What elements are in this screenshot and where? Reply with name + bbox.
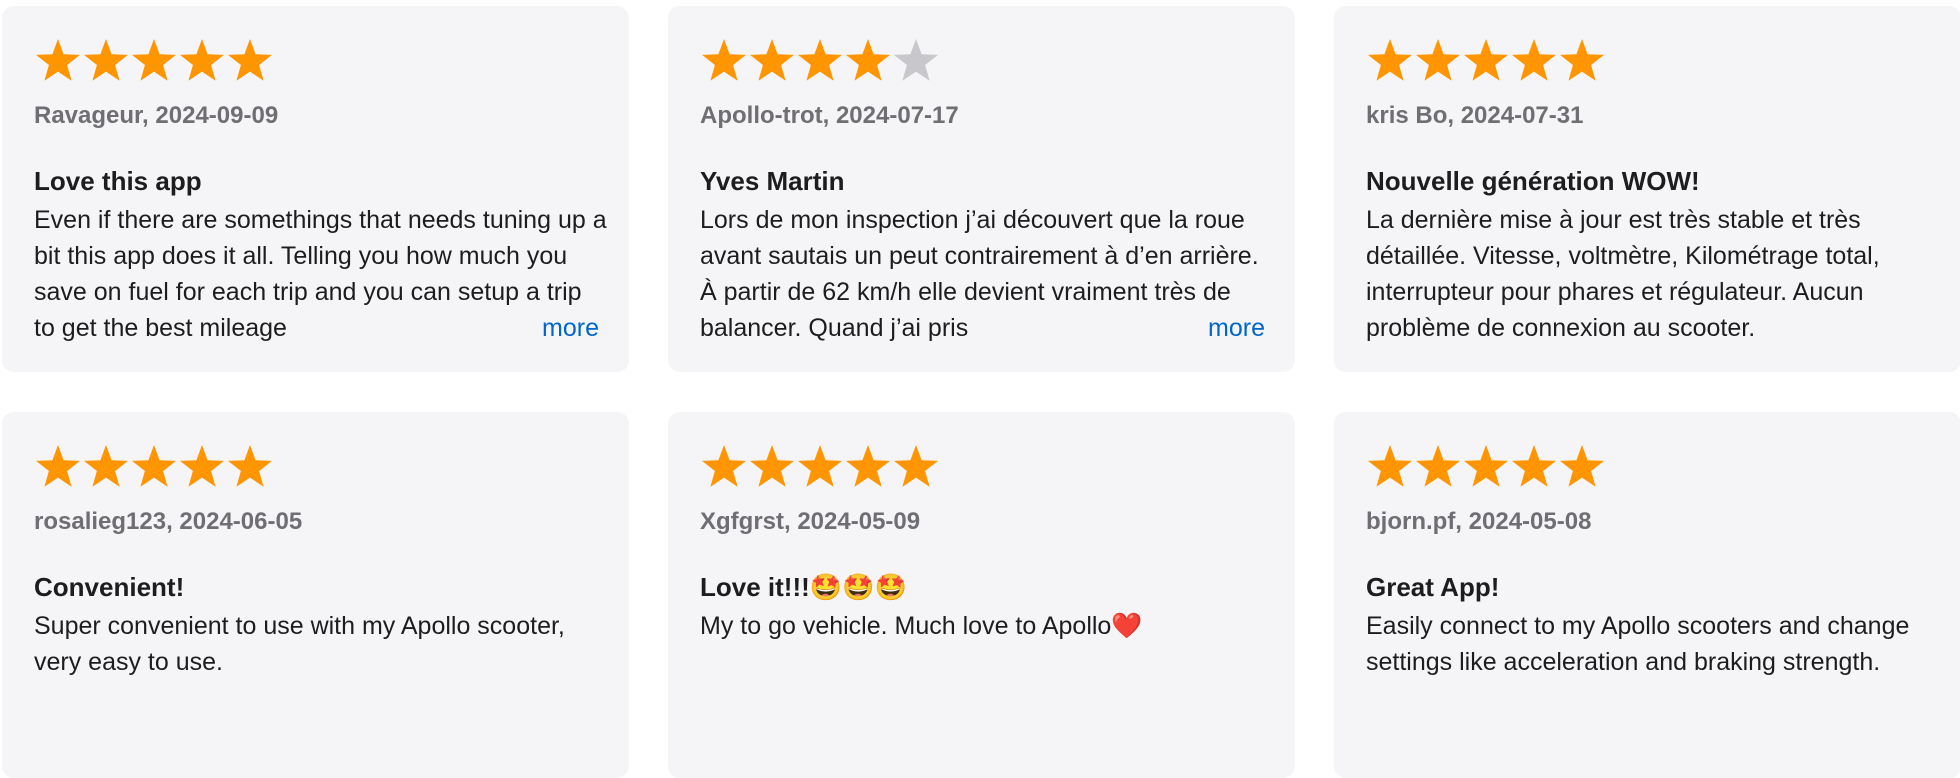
review-title: Love it!!!🤩🤩🤩	[700, 572, 907, 602]
more-link[interactable]: more	[540, 310, 599, 346]
star-rating	[700, 36, 940, 88]
review-card[interactable]: Xgfgrst, 2024-05-09 Love it!!!🤩🤩🤩 My to …	[668, 412, 1295, 778]
star-filled-icon	[1510, 36, 1558, 84]
star-filled-icon	[700, 442, 748, 490]
star-filled-icon	[178, 442, 226, 490]
star-filled-icon	[1366, 442, 1414, 490]
review-title: Yves Martin	[700, 166, 845, 196]
star-filled-icon	[1462, 442, 1510, 490]
star-rating	[34, 442, 274, 494]
review-body: My to go vehicle. Much love to Apollo❤️	[700, 612, 1143, 640]
review-author-date: Xgfgrst, 2024-05-09	[700, 508, 921, 535]
star-filled-icon	[1462, 36, 1510, 84]
review-author-date: rosalieg123, 2024-06-05	[34, 508, 303, 535]
star-filled-icon	[226, 36, 274, 84]
star-filled-icon	[82, 442, 130, 490]
star-filled-icon	[130, 442, 178, 490]
star-rating	[1366, 442, 1606, 494]
review-author-date: Ravageur, 2024-09-09	[34, 102, 279, 129]
review-author-date: kris Bo, 2024-07-31	[1366, 102, 1584, 129]
star-empty-icon	[892, 36, 940, 84]
star-filled-icon	[1558, 442, 1606, 490]
review-title: Convenient!	[34, 572, 185, 602]
review-title: Great App!	[1366, 572, 1500, 602]
review-card[interactable]: kris Bo, 2024-07-31 Nouvelle génération …	[1334, 6, 1960, 372]
review-body: Super convenient to use with my Apollo s…	[34, 612, 565, 676]
review-card[interactable]: Ravageur, 2024-09-09 Love this app Even …	[2, 6, 629, 372]
star-filled-icon	[1414, 36, 1462, 84]
more-link-wrap: more	[1116, 310, 1265, 346]
star-filled-icon	[844, 442, 892, 490]
star-filled-icon	[82, 36, 130, 84]
star-rating	[34, 36, 274, 88]
text-fade	[450, 310, 541, 346]
review-body: La dernière mise à jour est très stable …	[1366, 206, 1880, 342]
star-filled-icon	[844, 36, 892, 84]
star-filled-icon	[1414, 442, 1462, 490]
star-filled-icon	[1558, 36, 1606, 84]
more-link[interactable]: more	[1206, 310, 1265, 346]
star-filled-icon	[178, 36, 226, 84]
review-author-date: Apollo-trot, 2024-07-17	[700, 102, 959, 129]
star-filled-icon	[748, 442, 796, 490]
review-card[interactable]: Apollo-trot, 2024-07-17 Yves Martin Lors…	[668, 6, 1295, 372]
star-filled-icon	[892, 442, 940, 490]
star-filled-icon	[130, 36, 178, 84]
star-filled-icon	[796, 36, 844, 84]
review-body: Easily connect to my Apollo scooters and…	[1366, 612, 1910, 676]
star-rating	[1366, 36, 1606, 88]
more-link-wrap: more	[450, 310, 599, 346]
star-filled-icon	[226, 442, 274, 490]
review-card[interactable]: rosalieg123, 2024-06-05 Convenient! Supe…	[2, 412, 629, 778]
review-title: Nouvelle génération WOW!	[1366, 166, 1700, 196]
star-filled-icon	[700, 36, 748, 84]
reviews-grid: Ravageur, 2024-09-09 Love this app Even …	[0, 0, 1960, 778]
review-title: Love this app	[34, 166, 202, 196]
star-filled-icon	[748, 36, 796, 84]
star-filled-icon	[1366, 36, 1414, 84]
star-rating	[700, 442, 940, 494]
text-fade	[1116, 310, 1207, 346]
star-filled-icon	[34, 442, 82, 490]
review-author-date: bjorn.pf, 2024-05-08	[1366, 508, 1592, 535]
star-filled-icon	[34, 36, 82, 84]
review-card[interactable]: bjorn.pf, 2024-05-08 Great App! Easily c…	[1334, 412, 1960, 778]
star-filled-icon	[796, 442, 844, 490]
star-filled-icon	[1510, 442, 1558, 490]
